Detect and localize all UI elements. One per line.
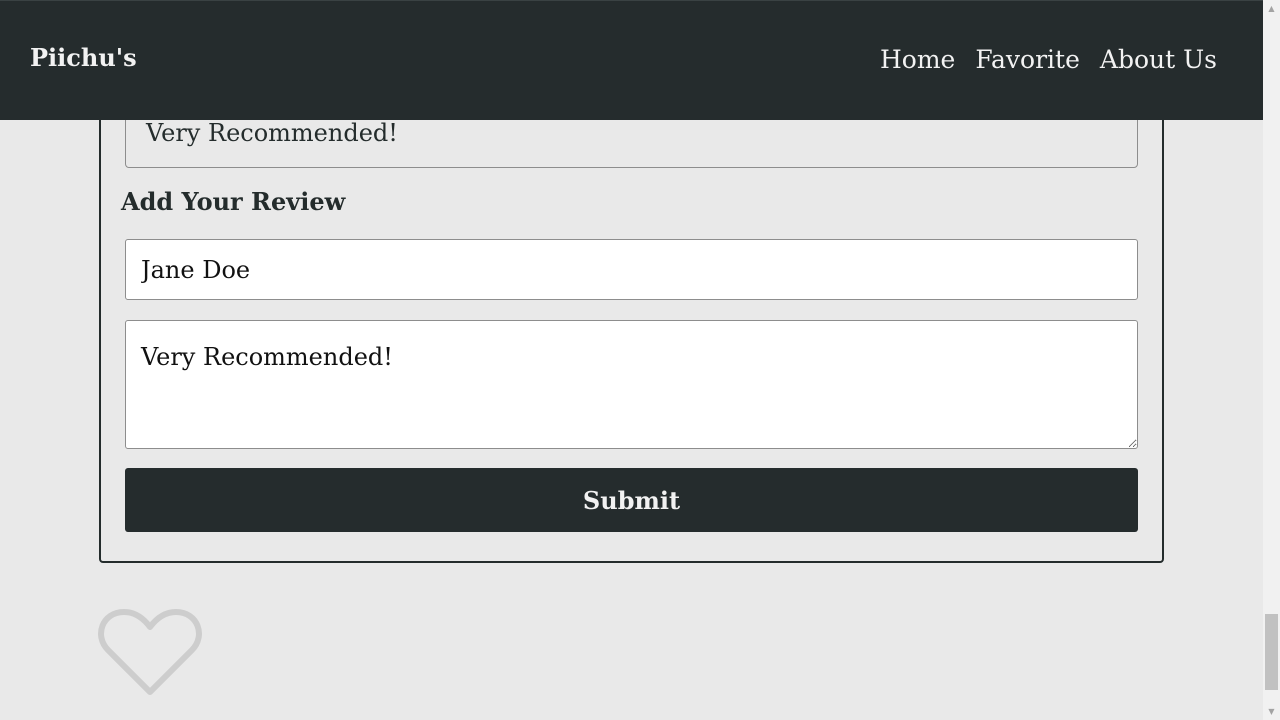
scroll-down-arrow-icon[interactable]: ▼ [1263,703,1280,720]
heart-outline [98,609,202,695]
top-navbar: Piichu's Home Favorite About Us [0,0,1263,120]
submit-button[interactable]: Submit [125,468,1138,532]
reviewer-name-input[interactable] [125,239,1138,300]
brand-logo[interactable]: Piichu's [30,43,137,72]
nav-links: Home Favorite About Us [880,45,1217,74]
page: Very Recommended! Add Your Review Very R… [0,0,1263,720]
scroll-up-arrow-icon[interactable]: ▲ [1263,0,1280,17]
previous-review-text: Very Recommended! [146,119,398,147]
add-review-title: Add Your Review [121,187,346,216]
nav-link-favorite[interactable]: Favorite [975,45,1080,74]
scroll-thumb[interactable] [1265,614,1278,690]
review-textarea[interactable]: Very Recommended! [125,320,1138,449]
nav-link-home[interactable]: Home [880,45,955,74]
vertical-scrollbar[interactable]: ▲ ▼ [1263,0,1280,720]
nav-link-about-us[interactable]: About Us [1100,45,1217,74]
heart-icon[interactable] [98,608,202,698]
